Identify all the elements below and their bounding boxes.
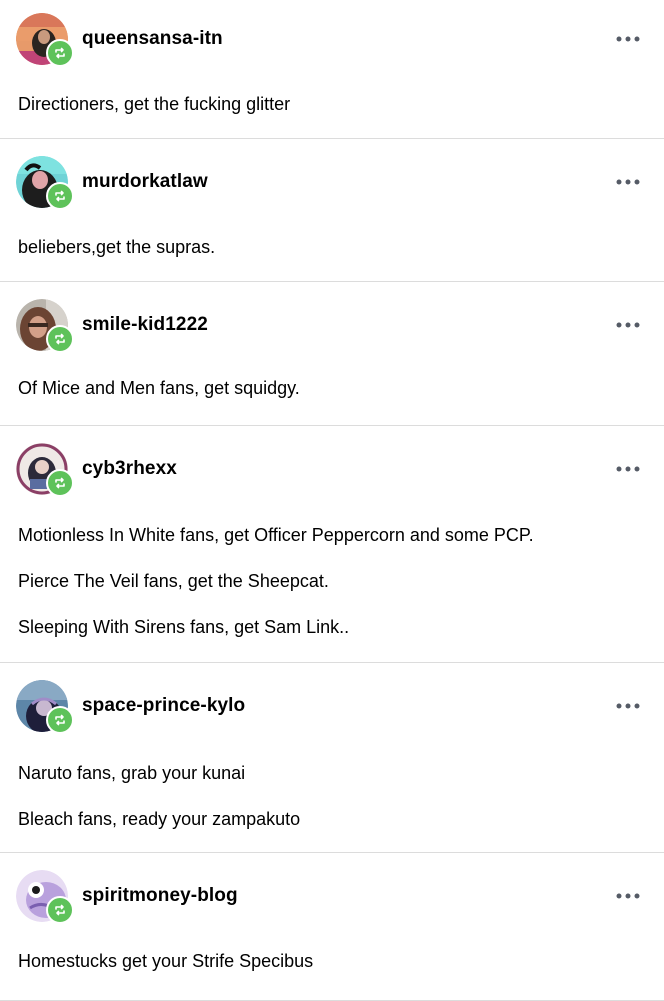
username-link[interactable]: spiritmoney-blog xyxy=(82,885,238,907)
post-text: Naruto fans, grab your kunai xyxy=(18,763,246,783)
post-text: Directioners, get the fucking glitter xyxy=(18,94,291,114)
more-options-button[interactable] xyxy=(612,884,644,908)
more-options-icon xyxy=(616,466,640,472)
post-body: Naruto fans, grab your kunai Bleach fans… xyxy=(0,749,664,833)
username-link[interactable]: smile-kid1222 xyxy=(82,314,208,336)
reblog-icon xyxy=(46,325,74,353)
post-text: Bleach fans, ready your zampakuto xyxy=(18,809,301,829)
more-options-button[interactable] xyxy=(612,694,644,718)
reblog-icon xyxy=(46,469,74,497)
post-header: smile-kid1222 xyxy=(0,282,664,368)
post: space-prince-kylo Naruto fans, grab your… xyxy=(0,663,664,853)
post-header: space-prince-kylo xyxy=(0,663,664,749)
reblog-icon xyxy=(46,182,74,210)
post-body: beliebers,get the supras. xyxy=(0,225,664,261)
post: murdorkatlaw beliebers,get the supras. xyxy=(0,139,664,282)
more-options-button[interactable] xyxy=(612,27,644,51)
avatar-wrap[interactable] xyxy=(16,299,74,353)
more-options-icon xyxy=(616,703,640,709)
post-body: Motionless In White fans, get Officer Pe… xyxy=(0,512,664,641)
post-body: Homestucks get your Strife Specibus xyxy=(0,939,664,975)
avatar-wrap[interactable] xyxy=(16,443,74,497)
reblog-icon xyxy=(46,39,74,67)
avatar-wrap[interactable] xyxy=(16,156,74,210)
post-text: Homestucks get your Strife Specibus xyxy=(18,951,314,971)
more-options-button[interactable] xyxy=(612,313,644,337)
post-text: Sleeping With Sirens fans, get Sam Link.… xyxy=(18,617,350,637)
more-options-icon xyxy=(616,893,640,899)
reblog-icon xyxy=(46,896,74,924)
username-link[interactable]: space-prince-kylo xyxy=(82,695,245,717)
post: smile-kid1222 Of Mice and Men fans, get … xyxy=(0,282,664,426)
post: queensansa-itn Directioners, get the fuc… xyxy=(0,0,664,139)
post: cyb3rhexx Motionless In White fans, get … xyxy=(0,426,664,663)
post-text: Pierce The Veil fans, get the Sheepcat. xyxy=(18,571,329,591)
username-link[interactable]: cyb3rhexx xyxy=(82,458,177,480)
username-link[interactable]: murdorkatlaw xyxy=(82,171,208,193)
post-header: queensansa-itn xyxy=(0,0,664,78)
post-text: Motionless In White fans, get Officer Pe… xyxy=(18,525,534,545)
avatar-wrap[interactable] xyxy=(16,680,74,734)
post-header: murdorkatlaw xyxy=(0,139,664,225)
more-options-button[interactable] xyxy=(612,457,644,481)
post-text: beliebers,get the supras. xyxy=(18,237,216,257)
post-body: Directioners, get the fucking glitter xyxy=(0,78,664,118)
more-options-button[interactable] xyxy=(612,170,644,194)
post-text: Of Mice and Men fans, get squidgy. xyxy=(18,378,300,398)
more-options-icon xyxy=(616,36,640,42)
reblog-icon xyxy=(46,706,74,734)
more-options-icon xyxy=(616,179,640,185)
post-header: cyb3rhexx xyxy=(0,426,664,512)
username-link[interactable]: queensansa-itn xyxy=(82,28,223,50)
avatar-wrap[interactable] xyxy=(16,870,74,924)
post: spiritmoney-blog Homestucks get your Str… xyxy=(0,853,664,1001)
post-body: Of Mice and Men fans, get squidgy. xyxy=(0,368,664,402)
more-options-icon xyxy=(616,322,640,328)
post-header: spiritmoney-blog xyxy=(0,853,664,939)
avatar-wrap[interactable] xyxy=(16,13,74,67)
